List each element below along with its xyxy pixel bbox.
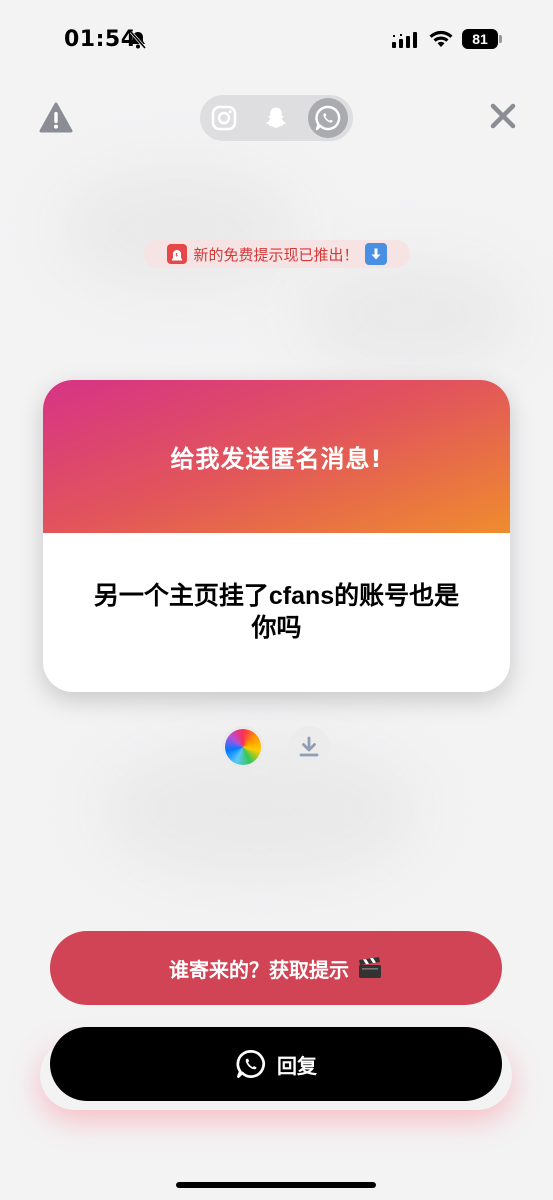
message-card: 给我发送匿名消息! 另一个主页挂了cfans的账号也是你吗 [43, 380, 510, 692]
snapchat-icon [265, 107, 287, 128]
card-header: 给我发送匿名消息! [43, 380, 510, 533]
background-blob [60, 170, 300, 290]
background-blob [100, 740, 420, 880]
reply-button-label: 回复 [277, 1053, 317, 1078]
clapperboard-icon [359, 957, 381, 978]
color-wheel-icon [225, 729, 261, 765]
bell-off-icon [129, 31, 147, 49]
platform-switcher [200, 95, 353, 141]
banner-text: 新的免费提示现已推出！ [193, 245, 359, 264]
battery-level: 81 [462, 29, 498, 49]
instagram-icon [211, 105, 237, 131]
reply-button[interactable]: 回复 [50, 1027, 502, 1101]
status-time: 01:54 [64, 27, 137, 52]
cellular-signal-icon [392, 32, 417, 48]
siren-icon [167, 244, 188, 264]
card-message: 另一个主页挂了cfans的账号也是你吗 [93, 582, 460, 642]
background-blob [300, 260, 520, 370]
wifi-icon [429, 30, 453, 47]
platform-instagram[interactable] [204, 98, 244, 138]
card-title: 给我发送匿名消息! [170, 445, 383, 473]
download-button[interactable] [288, 726, 330, 768]
get-hint-button[interactable]: 谁寄来的？获取提示 [50, 931, 502, 1005]
close-icon [490, 103, 516, 129]
down-arrow-icon [364, 243, 387, 265]
hint-button-label: 谁寄来的？获取提示 [169, 957, 349, 982]
whatsapp-icon [236, 1050, 265, 1078]
new-hints-banner[interactable]: 新的免费提示现已推出！ [144, 240, 410, 268]
warning-icon [39, 102, 73, 133]
whatsapp-icon [315, 105, 341, 131]
platform-whatsapp[interactable] [308, 98, 348, 138]
battery-indicator: 81 [462, 29, 502, 49]
home-indicator [176, 1182, 376, 1188]
report-button[interactable] [38, 100, 74, 136]
card-body: 另一个主页挂了cfans的账号也是你吗 [43, 533, 510, 692]
close-button[interactable] [486, 99, 520, 133]
download-icon [299, 736, 319, 757]
battery-cap [499, 35, 502, 43]
status-bar: 01:54 81 [0, 0, 553, 80]
platform-snapchat[interactable] [256, 98, 296, 138]
color-picker-button[interactable] [222, 726, 264, 768]
